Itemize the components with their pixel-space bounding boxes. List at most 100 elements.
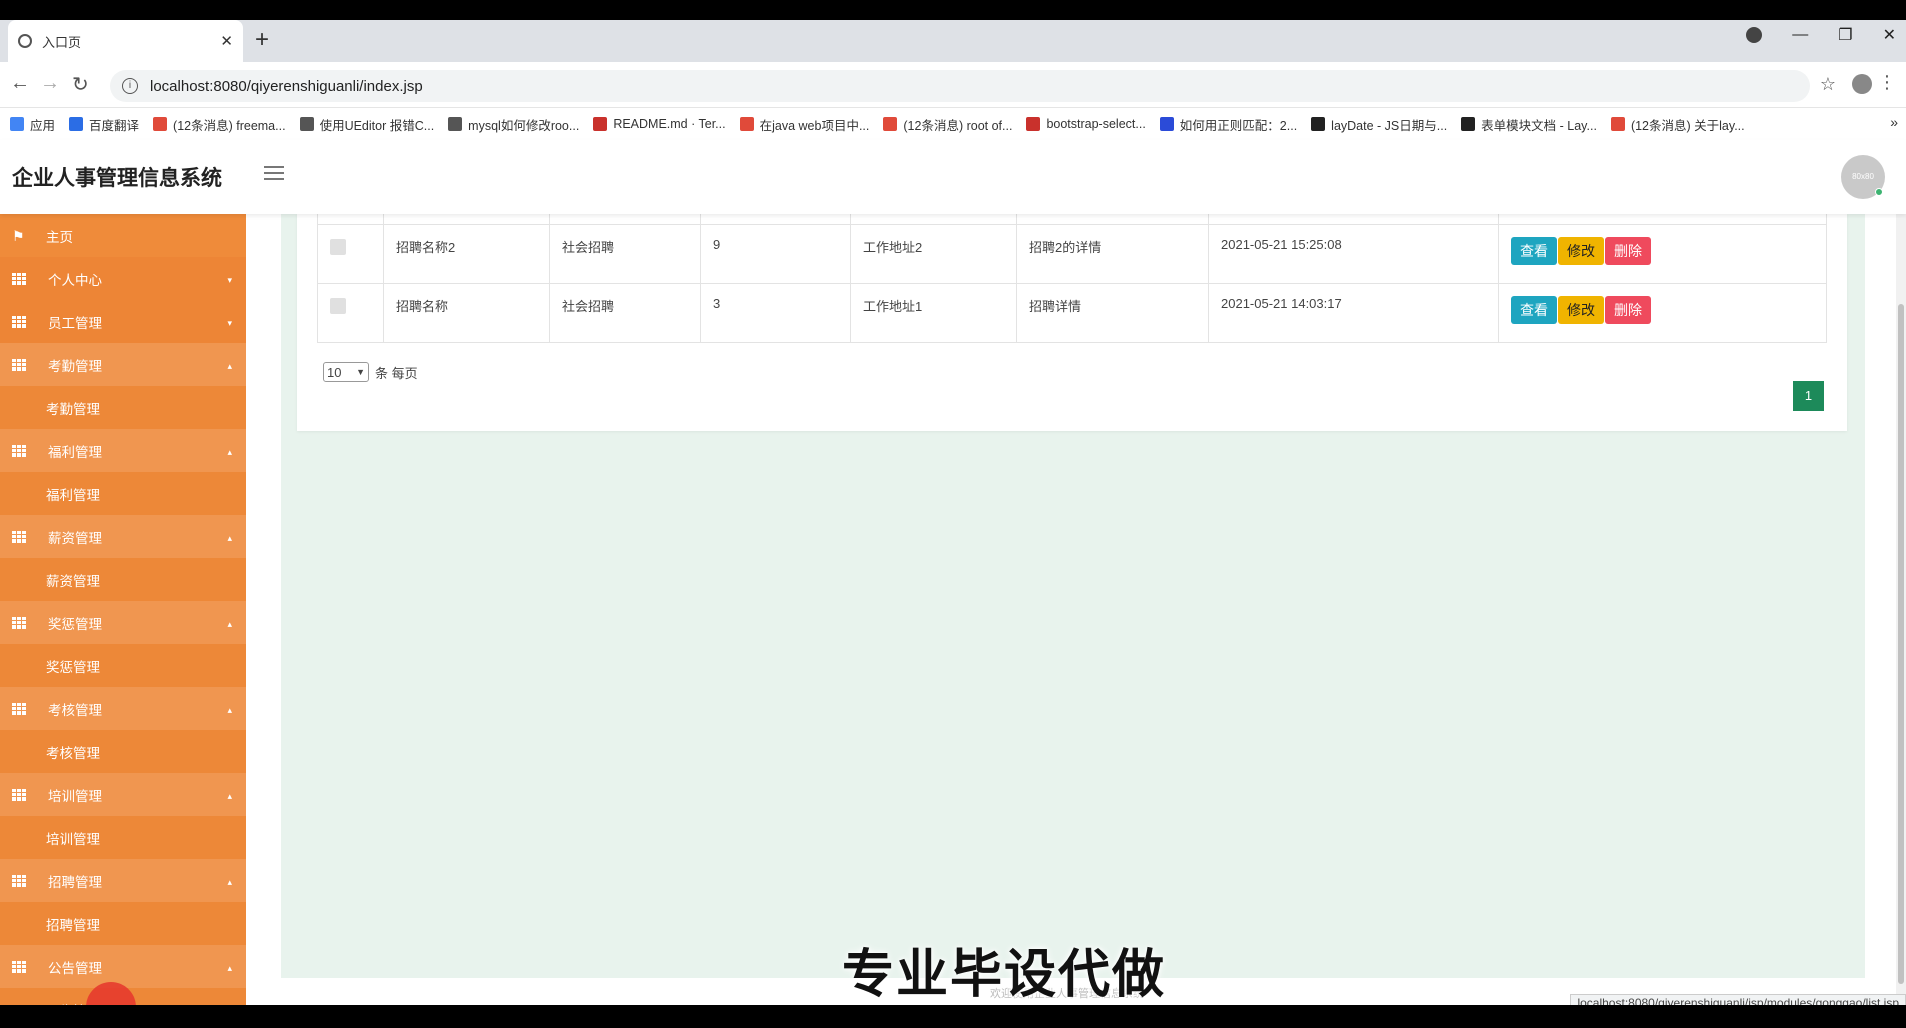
table-cell-address: 工作地址1 [850, 282, 1017, 343]
caret-up-icon: ▴ [227, 619, 232, 629]
download-icon[interactable] [1746, 27, 1763, 43]
online-status-dot [1875, 188, 1883, 196]
bookmark-item[interactable]: 如何用正则匹配：2... [1159, 115, 1297, 134]
table-header-edge [317, 214, 1827, 225]
table-cell-time: 2021-05-21 14:03:17 [1208, 282, 1499, 343]
avatar-text: 80x80 [1852, 172, 1874, 181]
grid-icon [12, 315, 26, 328]
bookmark-item[interactable]: (12条消息) root of... [883, 115, 1012, 134]
bookmark-favicon-icon [739, 117, 754, 131]
edit-button[interactable]: 修改 [1558, 236, 1604, 265]
delete-button[interactable]: 删除 [1605, 295, 1651, 324]
hamburger-icon[interactable] [264, 166, 284, 182]
caret-up-icon: ▴ [227, 361, 232, 371]
bookmark-favicon-icon [153, 117, 168, 131]
page-size-select[interactable]: 10 ▼ [323, 362, 369, 382]
bookmark-favicon-icon [593, 117, 608, 131]
sidebar-item-sub[interactable]: 培训管理 [0, 816, 246, 859]
browser-tab[interactable]: 入口页 ✕ [8, 20, 243, 62]
watermark-caption: 专业毕设代做 [842, 946, 1167, 1004]
bookmark-item[interactable]: (12条消息) 关于lay... [1610, 115, 1745, 134]
close-window-icon[interactable]: ✕ [1883, 25, 1896, 45]
bookmark-item[interactable]: README.md · Ter... [593, 117, 726, 131]
forward-icon[interactable]: → [40, 72, 60, 95]
bookmark-favicon-icon [1461, 117, 1476, 131]
sidebar-item[interactable]: 奖惩管理 ▴ [0, 601, 246, 644]
sidebar-item-sub[interactable]: 考勤管理 [0, 386, 246, 429]
bookmark-label: bootstrap-select... [1046, 117, 1146, 131]
bookmark-item[interactable]: 表单模块文档 - Lay... [1461, 115, 1597, 134]
table-cell-type: 社会招聘 [549, 282, 701, 343]
sidebar-item[interactable]: 考勤管理 ▴ [0, 343, 246, 386]
tab-title: 入口页 [42, 34, 82, 50]
sidebar: ⚑ 主页 个人中心 ▾ 员工管理 ▾ 考勤管理 ▴ 考勤管理 福利管理 ▴ 福利管理 薪资管理 ▴ 薪资管理… [0, 214, 246, 1005]
sidebar-item-sub[interactable]: 奖惩管理 [0, 644, 246, 687]
view-button[interactable]: 查看 [1511, 236, 1557, 265]
bookmark-label: 在java web项目中... [759, 118, 870, 133]
view-button[interactable]: 查看 [1511, 295, 1557, 324]
recruitment-table: 招聘名称2 社会招聘 9 工作地址2 招聘2的详情 2021-05-21 15:25:08… [317, 214, 1827, 343]
page-size-value: 10 [327, 364, 342, 380]
scrollbar-thumb[interactable] [1898, 304, 1904, 984]
sidebar-item-label: 福利管理 [46, 487, 100, 503]
sidebar-item[interactable]: 个人中心 ▾ [0, 257, 246, 300]
sidebar-item-sub[interactable]: 考核管理 [0, 730, 246, 773]
minimize-icon[interactable]: — [1792, 26, 1808, 44]
grid-icon [12, 272, 26, 285]
sidebar-item-sub[interactable]: 福利管理 [0, 472, 246, 515]
bookmark-label: 百度翻译 [89, 118, 140, 133]
table-card: 招聘名称2 社会招聘 9 工作地址2 招聘2的详情 2021-05-21 15:25:08… [297, 214, 1847, 431]
bookmark-item[interactable]: 在java web项目中... [739, 115, 870, 134]
sidebar-item-sub[interactable]: 薪资管理 [0, 558, 246, 601]
bookmarks-overflow-icon[interactable]: » [1890, 114, 1898, 130]
sidebar-item[interactable]: 福利管理 ▴ [0, 429, 246, 472]
new-tab-icon[interactable]: + [255, 26, 269, 54]
url-field[interactable]: i localhost:8080/qiyerenshiguanli/index.… [110, 70, 1810, 102]
sidebar-item-sub[interactable]: 招聘管理 [0, 902, 246, 945]
sidebar-item[interactable]: 招聘管理 ▴ [0, 859, 246, 902]
grid-icon [12, 702, 26, 715]
bookmark-item[interactable]: 使用UEditor 报错C... [299, 115, 434, 134]
bookmark-item[interactable]: 应用 [10, 115, 55, 134]
back-icon[interactable]: ← [10, 72, 30, 95]
row-checkbox[interactable] [330, 238, 346, 255]
page-button-current[interactable]: 1 [1793, 381, 1824, 411]
globe-icon [18, 34, 32, 48]
grid-icon [12, 960, 26, 973]
sidebar-item-label: 主页 [46, 229, 73, 245]
star-icon[interactable]: ☆ [1820, 74, 1836, 95]
reload-icon[interactable]: ↻ [72, 72, 89, 97]
table-cell-time: 2021-05-21 15:25:08 [1208, 223, 1499, 284]
bookmark-favicon-icon [1311, 117, 1326, 131]
caret-up-icon: ▴ [227, 705, 232, 715]
restore-icon[interactable]: ❐ [1838, 25, 1852, 45]
row-checkbox[interactable] [330, 297, 346, 314]
table-cell-actions: 查看 修改 删除 [1498, 223, 1827, 284]
sidebar-item[interactable]: 薪资管理 ▴ [0, 515, 246, 558]
info-icon[interactable]: i [122, 78, 138, 94]
window-controls: — ❐ ✕ [1746, 20, 1896, 50]
sidebar-item[interactable]: 员工管理 ▾ [0, 300, 246, 343]
bookmark-label: mysql如何修改roo... [468, 118, 580, 133]
bookmark-item[interactable]: layDate - JS日期与... [1311, 115, 1447, 134]
avatar[interactable]: 80x80 [1841, 155, 1885, 199]
profile-icon[interactable] [1852, 74, 1872, 94]
status-bar-url: localhost:8080/qiyerenshiguanli/jsp/modu… [1570, 994, 1906, 1005]
sidebar-item[interactable]: 考核管理 ▴ [0, 687, 246, 730]
sidebar-item-label: 考核管理 [48, 702, 102, 718]
page-scrollbar[interactable] [1896, 214, 1906, 1005]
edit-button[interactable]: 修改 [1558, 295, 1604, 324]
bookmark-label: (12条消息) freema... [173, 118, 286, 133]
sidebar-item[interactable]: 培训管理 ▴ [0, 773, 246, 816]
bookmark-item[interactable]: mysql如何修改roo... [448, 115, 579, 134]
tab-bar: 入口页 ✕ + — ❐ ✕ [0, 20, 1906, 62]
bookmark-item[interactable]: 百度翻译 [69, 115, 139, 134]
close-tab-icon[interactable]: ✕ [220, 32, 233, 50]
bookmark-item[interactable]: (12条消息) freema... [153, 115, 286, 134]
bookmark-item[interactable]: bootstrap-select... [1026, 117, 1146, 131]
sidebar-item[interactable]: 公告管理 ▴ [0, 945, 246, 988]
sidebar-item-label: 个人中心 [48, 272, 102, 288]
sidebar-item[interactable]: ⚑ 主页 [0, 214, 246, 257]
menu-icon[interactable]: ⋮ [1878, 72, 1896, 93]
delete-button[interactable]: 删除 [1605, 236, 1651, 265]
